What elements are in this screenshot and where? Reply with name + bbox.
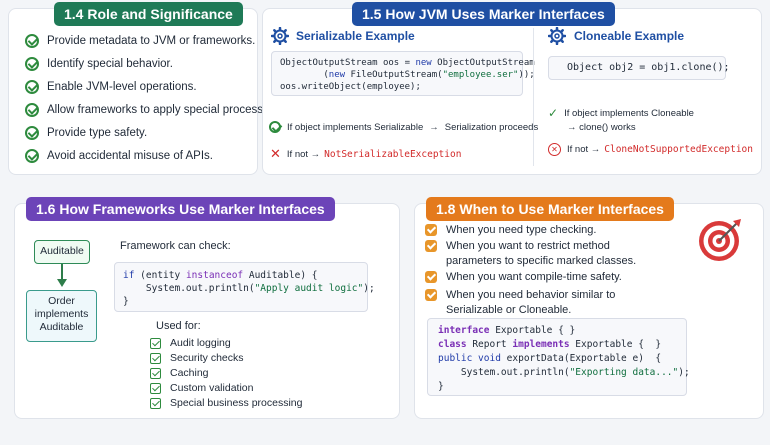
list-item: Custom validation — [150, 382, 253, 394]
cloneable-fail: ✕ If not → CloneNotSupportedException — [548, 143, 753, 156]
framework-code: if (entity instanceof Auditable) { Syste… — [114, 262, 375, 312]
section-frameworks-title: 1.6 How Frameworks Use Marker Interfaces — [26, 197, 335, 221]
document-check-icon — [150, 337, 161, 349]
framework-check-label: Framework can check: — [120, 240, 231, 252]
check-square-icon — [150, 382, 161, 394]
cloneable-ok: ✓ If object implements Cloneable — [548, 106, 694, 120]
check-badge-icon — [425, 240, 437, 252]
x-circle-icon: ✕ — [548, 143, 561, 156]
arrow-down-icon — [57, 264, 67, 287]
section-role-title: 1.4 Role and Significance — [54, 2, 243, 26]
check-badge-icon — [425, 271, 437, 283]
list-item: When you need behavior similar to — [425, 289, 615, 301]
gear-icon — [548, 27, 566, 45]
cloneable-code: Object obj2 = obj1.clone(); — [548, 56, 730, 80]
cloneable-ok-result: → clone() works — [567, 122, 636, 133]
check-icon — [25, 34, 39, 48]
gear-icon — [271, 27, 289, 45]
exportable-code: interface Exportable { } class Report im… — [427, 318, 690, 396]
list-item: When you want compile-time safety. — [425, 271, 622, 283]
list-item: Provide metadata to JVM or frameworks. — [25, 34, 255, 48]
list-item: Allow frameworks to apply special proces… — [25, 103, 282, 117]
check-icon — [25, 149, 39, 163]
serializable-ok: If object implements Serializable → Serial… — [269, 121, 538, 133]
list-item: Provide type safety. — [25, 126, 147, 140]
divider — [533, 28, 534, 166]
check-square-icon — [150, 367, 161, 379]
auditable-box: Auditable — [34, 240, 90, 264]
section-jvm-title: 1.5 How JVM Uses Marker Interfaces — [352, 2, 615, 26]
list-item: Identify special behavior. — [25, 57, 173, 71]
target-icon — [699, 219, 741, 261]
serializable-code: ObjectOutputStream oos = new ObjectOutpu… — [271, 51, 535, 96]
cloneable-heading: Cloneable Example — [574, 29, 685, 43]
checkmark-icon: ✓ — [548, 106, 559, 120]
check-badge-icon — [425, 289, 437, 301]
list-item: When you want to restrict method — [425, 240, 610, 252]
check-icon — [25, 80, 39, 94]
list-item: Audit logging — [150, 337, 231, 349]
list-item: Special business processing — [150, 397, 303, 409]
used-for-label: Used for: — [156, 320, 201, 332]
list-item: Enable JVM-level operations. — [25, 80, 197, 94]
shield-check-icon — [150, 352, 161, 364]
serializable-fail: ✕ If not → NotSerializableException — [270, 146, 462, 161]
list-item: Security checks — [150, 352, 244, 364]
order-box: Order implements Auditable — [26, 290, 97, 342]
list-item-continuation: Serializable or Cloneable. — [446, 304, 572, 316]
serializable-heading: Serializable Example — [296, 29, 415, 43]
check-icon — [25, 126, 39, 140]
x-icon: ✕ — [270, 146, 281, 161]
list-item: Caching — [150, 367, 209, 379]
section-when-title: 1.8 When to Use Marker Interfaces — [426, 197, 674, 221]
list-item: Avoid accidental misuse of APIs. — [25, 149, 213, 163]
list-item: When you need type checking. — [425, 224, 596, 236]
check-badge-icon — [425, 224, 437, 236]
list-item-continuation: parameters to specific marked classes. — [446, 255, 637, 267]
check-icon — [25, 57, 39, 71]
check-square-icon — [150, 397, 161, 409]
check-icon — [269, 121, 281, 133]
check-icon — [25, 103, 39, 117]
